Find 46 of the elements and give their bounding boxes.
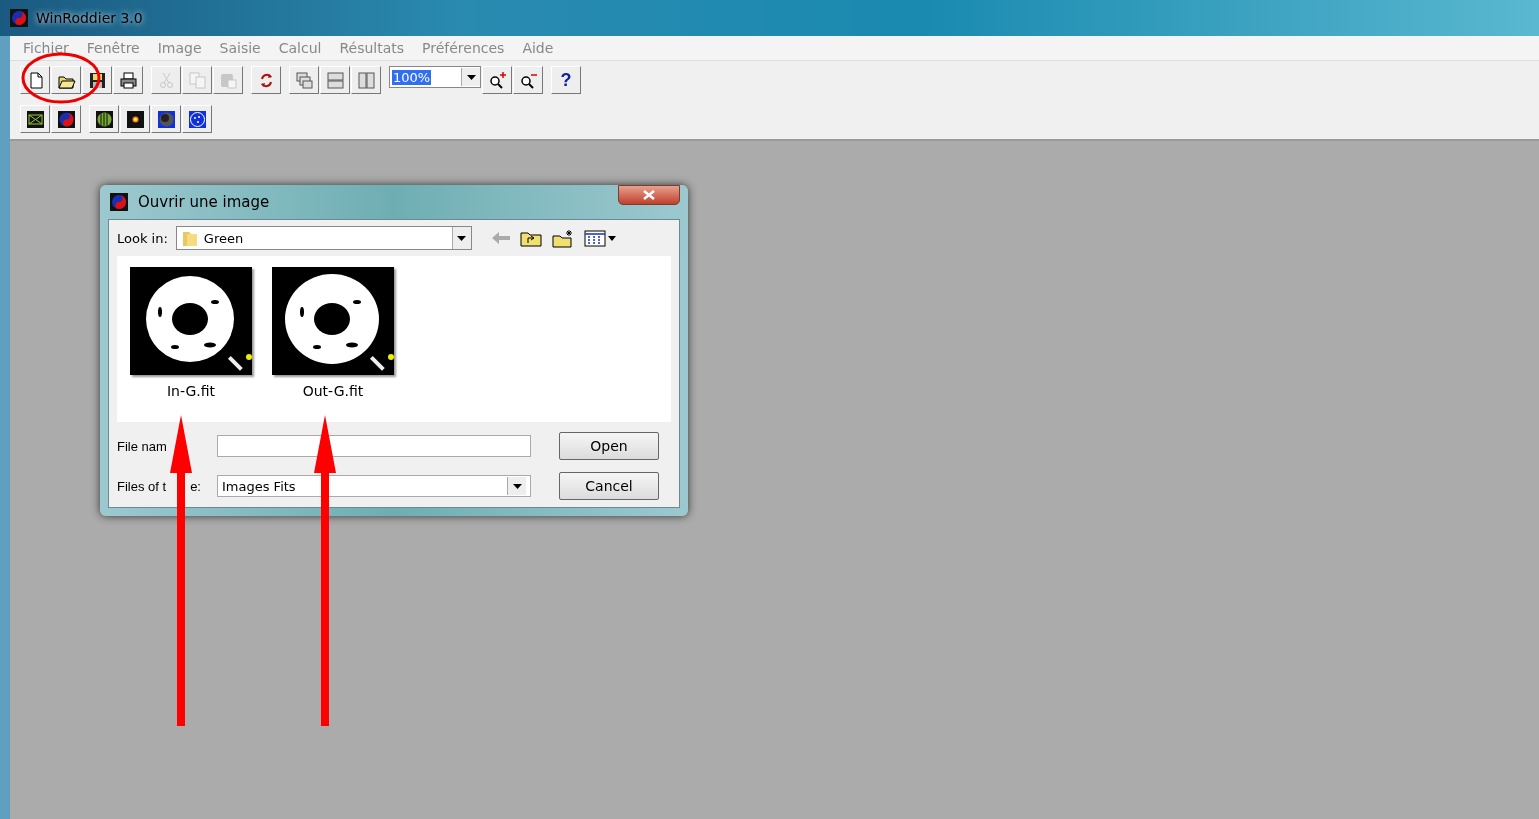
- file-name-field[interactable]: [217, 435, 531, 457]
- menu-item[interactable]: Image: [148, 40, 211, 56]
- tile-horizontal-icon[interactable]: [320, 66, 350, 94]
- zoom-combo[interactable]: 100%: [389, 66, 481, 88]
- menu-item[interactable]: Calcul: [269, 40, 331, 56]
- grating-icon[interactable]: [89, 105, 119, 133]
- app-logo-icon: [10, 9, 28, 27]
- open-button[interactable]: Open: [559, 432, 659, 460]
- logo-icon[interactable]: [51, 105, 81, 133]
- view-menu-icon[interactable]: [583, 229, 618, 247]
- menu-item[interactable]: Aide: [513, 40, 563, 56]
- rotate-arrows-icon[interactable]: [251, 66, 281, 94]
- dialog-title: Ouvrir une image: [138, 193, 270, 211]
- file-name[interactable]: Out-G.fit: [302, 383, 364, 399]
- frame-icon[interactable]: [20, 105, 50, 133]
- menu-item[interactable]: Saisie: [210, 40, 270, 56]
- menu-item[interactable]: Préférences: [413, 40, 514, 56]
- help-button[interactable]: ?: [551, 66, 581, 94]
- close-icon: [643, 190, 655, 200]
- cancel-button[interactable]: Cancel: [559, 472, 659, 500]
- new-folder-icon[interactable]: [551, 228, 574, 248]
- file-type-dropdown[interactable]: Images Fits: [217, 475, 531, 497]
- tile-vertical-icon[interactable]: [351, 66, 381, 94]
- printer-icon[interactable]: [113, 66, 143, 94]
- zoom-in-icon[interactable]: [482, 66, 512, 94]
- caret-icon: [466, 74, 476, 80]
- file-type-label: Files of t: [117, 478, 167, 494]
- menu-item[interactable]: Résultats: [330, 40, 414, 56]
- menu-item[interactable]: Fichier: [14, 40, 78, 56]
- folder-icon: [181, 229, 198, 247]
- file-type-label: e:: [190, 478, 201, 494]
- folder-icon[interactable]: [51, 66, 81, 94]
- caret-icon[interactable]: [512, 483, 522, 489]
- look-in-label: Look in:: [117, 230, 168, 246]
- starfield-icon[interactable]: [182, 105, 212, 133]
- menu-item[interactable]: Fenêtre: [77, 40, 149, 56]
- file-name[interactable]: In-G.fit: [166, 383, 216, 399]
- window-title: WinRoddier 3.0: [36, 10, 143, 26]
- up-folder-icon[interactable]: [519, 229, 542, 247]
- caret-icon[interactable]: [457, 235, 467, 241]
- dialog-logo-icon: [110, 193, 128, 211]
- close-button[interactable]: [618, 185, 680, 205]
- file-name-label: File nam: [117, 438, 168, 454]
- cascade-windows-icon[interactable]: [289, 66, 319, 94]
- zoom-out-icon[interactable]: [513, 66, 543, 94]
- look-in-dropdown[interactable]: Green: [175, 226, 472, 250]
